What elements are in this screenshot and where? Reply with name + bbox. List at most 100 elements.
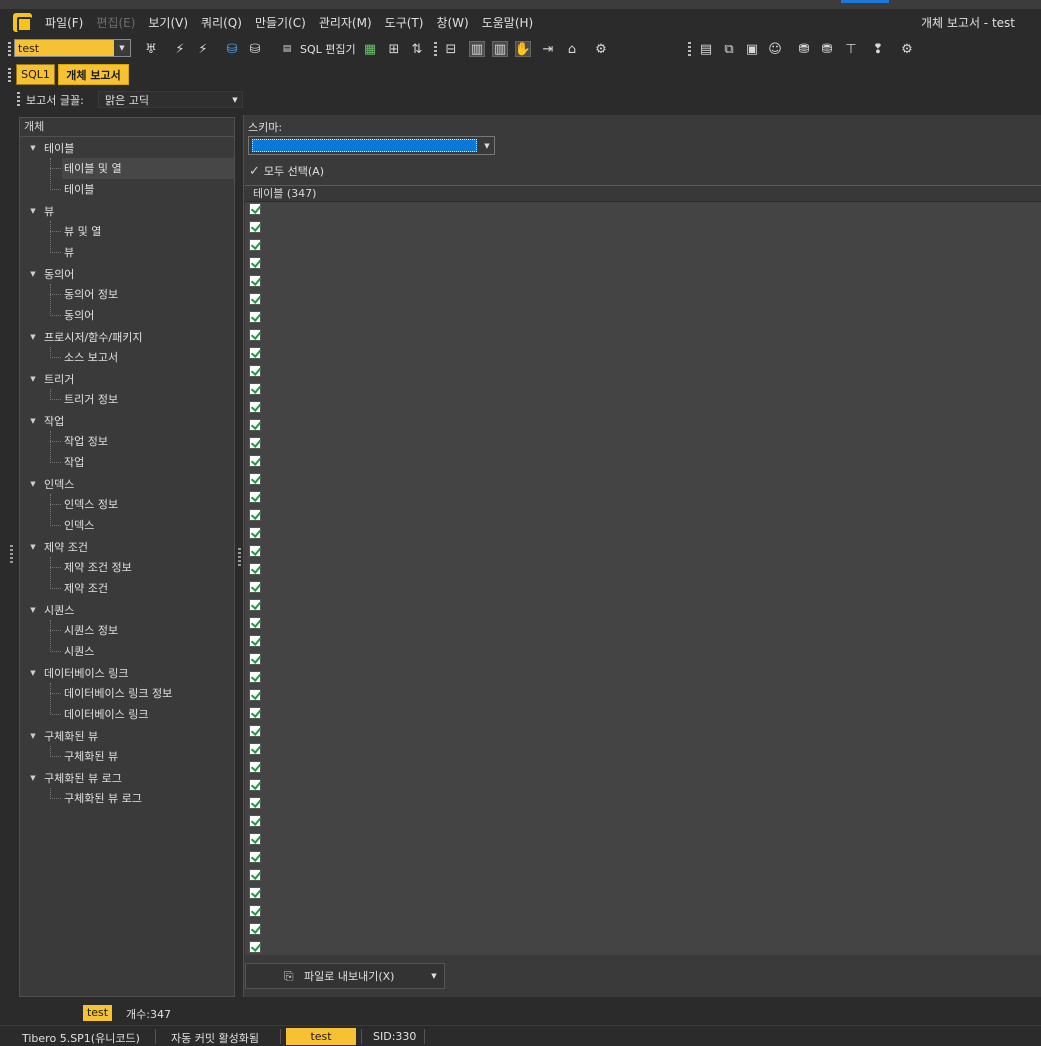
tree-item[interactable]: 인덱스 <box>62 515 234 536</box>
commit-db-icon[interactable]: ⛁ <box>224 41 240 57</box>
tree-category[interactable]: ▼ 동의어 <box>20 263 74 284</box>
compare-icon[interactable]: ⇅ <box>409 41 425 57</box>
table-row-checkbox[interactable] <box>249 635 261 647</box>
tree-item[interactable]: 구체화된 뷰 로그 <box>62 788 234 809</box>
connect-plug-icon[interactable]: ⚡ <box>172 41 188 57</box>
expand-arrow-icon[interactable]: ▼ <box>20 375 40 383</box>
tree-category[interactable]: ▼ 시퀀스 <box>20 599 74 620</box>
menu-window[interactable]: 창(W) <box>436 14 468 32</box>
tree-category[interactable]: ▼ 인덱스 <box>20 473 74 494</box>
gear-icon[interactable]: ⚙ <box>899 41 915 57</box>
tree-item[interactable]: 트리거 정보 <box>62 389 234 410</box>
expand-arrow-icon[interactable]: ▼ <box>20 606 40 614</box>
user-icon[interactable]: ☺ <box>767 41 783 57</box>
tree-icon[interactable]: ⊤ <box>843 41 859 57</box>
table-row-checkbox[interactable] <box>249 833 261 845</box>
left-splitter-grip[interactable] <box>10 545 13 565</box>
expand-arrow-icon[interactable]: ▼ <box>20 333 40 341</box>
tree-item[interactable]: 데이터베이스 링크 정보 <box>62 683 234 704</box>
chevron-down-icon[interactable]: ▼ <box>424 972 444 980</box>
table-row-checkbox[interactable] <box>249 923 261 935</box>
table-row-checkbox[interactable] <box>249 347 261 359</box>
object-browser-icon[interactable]: ⊟ <box>443 41 459 57</box>
panel-splitter-grip[interactable] <box>238 548 241 566</box>
expand-arrow-icon[interactable]: ▼ <box>20 543 40 551</box>
table-row-checkbox[interactable] <box>249 473 261 485</box>
table-row-checkbox[interactable] <box>249 509 261 521</box>
tree-item[interactable]: 데이터베이스 링크 <box>62 704 234 725</box>
menu-query[interactable]: 쿼리(Q) <box>201 14 242 32</box>
tab-object-report[interactable]: 개체 보고서 <box>58 64 129 85</box>
expand-arrow-icon[interactable]: ▼ <box>20 417 40 425</box>
table-row-checkbox[interactable] <box>249 203 261 215</box>
select-all-checkbox[interactable]: ✓ 모두 선택(A) <box>249 163 324 179</box>
tree-category[interactable]: ▼ 테이블 <box>20 137 74 158</box>
db-export-icon[interactable]: ⛃ <box>796 41 812 57</box>
report-font-select[interactable]: 맑은 고딕 ▼ <box>98 91 243 108</box>
export-to-file-button[interactable]: ⎘ 파일로 내보내기(X) ▼ <box>245 963 445 989</box>
tab-sql1[interactable]: SQL1 <box>16 64 55 85</box>
table-row-checkbox[interactable] <box>249 437 261 449</box>
menu-create[interactable]: 만들기(C) <box>255 14 306 32</box>
tree-category[interactable]: ▼ 뷰 <box>20 200 54 221</box>
expand-arrow-icon[interactable]: ▼ <box>20 732 40 740</box>
table-row-checkbox[interactable] <box>249 383 261 395</box>
table-row-checkbox[interactable] <box>249 779 261 791</box>
copy-db-icon[interactable]: ⧉ <box>721 41 737 57</box>
table-row-checkbox[interactable] <box>249 653 261 665</box>
table-row-checkbox[interactable] <box>249 905 261 917</box>
table-row-checkbox[interactable] <box>249 455 261 467</box>
expand-arrow-icon[interactable]: ▼ <box>20 270 40 278</box>
tree-item[interactable]: 동의어 정보 <box>62 284 234 305</box>
expand-arrow-icon[interactable]: ▼ <box>20 144 40 152</box>
schema-diagram-icon[interactable]: ⊞ <box>386 41 402 57</box>
table-row-checkbox[interactable] <box>249 761 261 773</box>
table-row-checkbox[interactable] <box>249 527 261 539</box>
tree-item[interactable]: 동의어 <box>62 305 234 326</box>
tree-item[interactable]: 작업 <box>62 452 234 473</box>
tree-category[interactable]: ▼ 제약 조건 <box>20 536 88 557</box>
exit-icon[interactable]: ⇥ <box>540 41 556 57</box>
table-row-checkbox[interactable] <box>249 275 261 287</box>
rollback-db-icon[interactable]: ⛁ <box>247 41 263 57</box>
tree-item[interactable]: 시퀀스 정보 <box>62 620 234 641</box>
table-row-checkbox[interactable] <box>249 293 261 305</box>
info-bubble-icon[interactable]: ❢ <box>870 41 886 57</box>
table-row-checkbox[interactable] <box>249 887 261 899</box>
tree-category[interactable]: ▼ 구체화된 뷰 로그 <box>20 767 122 788</box>
table-row-checkbox[interactable] <box>249 311 261 323</box>
chevron-down-icon[interactable]: ▼ <box>480 142 494 150</box>
tree-category[interactable]: ▼ 데이터베이스 링크 <box>20 662 128 683</box>
tree-category[interactable]: ▼ 구체화된 뷰 <box>20 725 98 746</box>
schema-select[interactable]: ▼ <box>248 136 495 155</box>
tree-item[interactable]: 테이블 및 열 <box>62 158 234 179</box>
chevron-down-icon[interactable]: ▼ <box>114 40 130 56</box>
tree-item[interactable]: 시퀀스 <box>62 641 234 662</box>
table-row-checkbox[interactable] <box>249 581 261 593</box>
db-import-icon[interactable]: ⛃ <box>819 41 835 57</box>
toolbar-grip[interactable] <box>8 42 11 56</box>
tree-category[interactable]: ▼ 트리거 <box>20 368 74 389</box>
menu-edit[interactable]: 편집(E) <box>96 14 135 32</box>
layout-left-icon[interactable]: ▥ <box>469 41 485 57</box>
settings-doc-icon[interactable]: ⚙ <box>593 41 609 57</box>
layout-right-icon[interactable]: ▥ <box>492 41 508 57</box>
table-row-checkbox[interactable] <box>249 329 261 341</box>
menu-file[interactable]: 파일(F) <box>45 14 83 32</box>
table-row-checkbox[interactable] <box>249 491 261 503</box>
security-lock-icon[interactable]: ⌂ <box>564 41 580 57</box>
wine-glass-icon[interactable]: ♅ <box>143 41 159 57</box>
disconnect-plug-icon[interactable]: ⚡ <box>195 41 211 57</box>
table-row-checkbox[interactable] <box>249 689 261 701</box>
table-row-checkbox[interactable] <box>249 257 261 269</box>
expand-arrow-icon[interactable]: ▼ <box>20 207 40 215</box>
tree-item[interactable]: 제약 조건 정보 <box>62 557 234 578</box>
sql-run-icon[interactable]: ▦ <box>362 41 378 57</box>
table-row-checkbox[interactable] <box>249 743 261 755</box>
report-icon[interactable]: ▤ <box>698 41 714 57</box>
tree-category[interactable]: ▼ 프로시저/함수/패키지 <box>20 326 142 347</box>
table-row-checkbox[interactable] <box>249 401 261 413</box>
expand-arrow-icon[interactable]: ▼ <box>20 669 40 677</box>
tree-category[interactable]: ▼ 작업 <box>20 410 64 431</box>
tree-item[interactable]: 구체화된 뷰 <box>62 746 234 767</box>
